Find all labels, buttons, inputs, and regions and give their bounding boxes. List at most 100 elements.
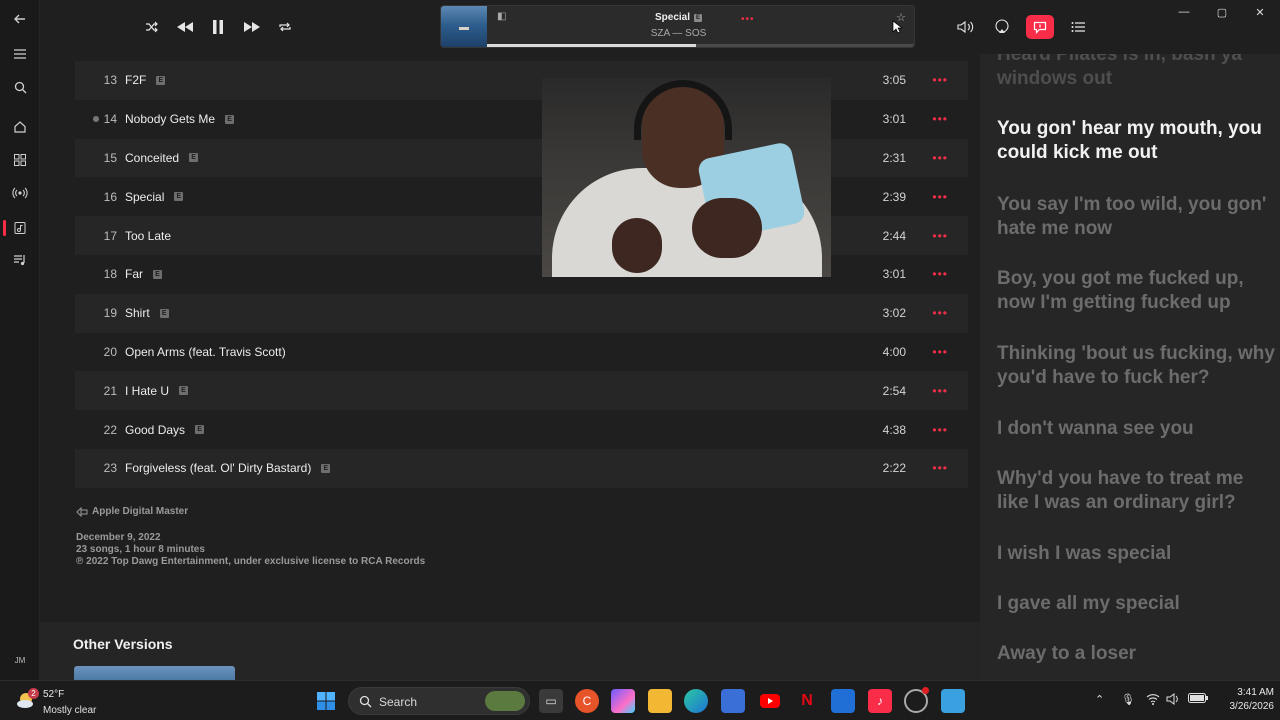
track-title: Special bbox=[125, 189, 165, 204]
track-row[interactable]: 22 Good Days E 4:38 ••• bbox=[75, 410, 968, 449]
current-lyric-line[interactable]: You gon' hear my mouth, you could kick m… bbox=[997, 117, 1277, 165]
user-avatar[interactable]: JM bbox=[11, 654, 29, 668]
track-more-options-icon[interactable]: ••• bbox=[932, 73, 948, 87]
track-duration: 2:54 bbox=[882, 383, 906, 398]
system-clock[interactable]: 3:41 AM 3/26/2026 bbox=[1222, 686, 1275, 714]
track-number: 21 bbox=[103, 383, 117, 398]
track-duration: 4:00 bbox=[882, 344, 906, 359]
track-more-options-icon[interactable]: ••• bbox=[932, 345, 948, 359]
photos-icon[interactable] bbox=[831, 689, 855, 713]
album-summary: 23 songs, 1 hour 8 minutes bbox=[76, 544, 205, 555]
obs-icon[interactable] bbox=[904, 687, 929, 713]
microphone-icon[interactable]: 🎙 bbox=[1121, 693, 1135, 706]
track-row[interactable]: 16 Special E 2:39 ••• bbox=[75, 177, 968, 216]
library-icon[interactable] bbox=[8, 216, 32, 240]
track-row[interactable]: 17 Too Late 2:44 ••• bbox=[75, 216, 968, 255]
weather-widget[interactable]: 2 52°F Mostly clear bbox=[14, 686, 124, 716]
track-title: Conceited bbox=[125, 150, 180, 165]
more-options-icon[interactable]: ••• bbox=[741, 14, 755, 25]
netflix-icon[interactable]: N bbox=[795, 689, 819, 713]
file-explorer-icon[interactable] bbox=[648, 689, 672, 713]
lyric-line[interactable]: Heard Pilates is in, bash ya windows out bbox=[997, 54, 1277, 91]
pause-icon[interactable] bbox=[206, 15, 230, 39]
webcam-hand bbox=[692, 198, 762, 258]
taskbar-search[interactable]: Search bbox=[348, 687, 530, 715]
playlists-icon[interactable] bbox=[8, 248, 32, 272]
track-more-options-icon[interactable]: ••• bbox=[932, 229, 948, 243]
speaker-icon[interactable] bbox=[1166, 693, 1182, 708]
lyric-line[interactable]: I don't wanna see you bbox=[997, 417, 1277, 441]
browse-grid-icon[interactable] bbox=[8, 148, 32, 172]
track-more-options-icon[interactable]: ••• bbox=[932, 306, 948, 320]
close-icon[interactable]: ✕ bbox=[1250, 6, 1270, 20]
explicit-badge: E bbox=[694, 14, 703, 22]
track-row[interactable]: 15 Conceited E 2:31 ••• bbox=[75, 138, 968, 178]
lyric-line[interactable]: Boy, you got me fucked up, now I'm getti… bbox=[997, 267, 1277, 315]
track-row[interactable]: 23 Forgiveless (feat. Ol' Dirty Bastard) E… bbox=[75, 448, 968, 488]
progress-fill bbox=[487, 44, 697, 47]
notepad-icon[interactable] bbox=[941, 689, 965, 713]
track-more-options-icon[interactable]: ••• bbox=[932, 267, 948, 281]
now-playing-panel[interactable]: ◧ Special E SZA — SOS ••• ☆ bbox=[440, 5, 915, 48]
track-more-options-icon[interactable]: ••• bbox=[932, 112, 948, 126]
explicit-badge: E bbox=[195, 425, 205, 435]
track-more-options-icon[interactable]: ••• bbox=[932, 151, 948, 165]
copilot-icon[interactable] bbox=[611, 689, 635, 713]
track-number: 23 bbox=[103, 461, 117, 476]
shuffle-icon[interactable] bbox=[140, 15, 164, 39]
lyric-line[interactable]: Why'd you have to treat me like I was an… bbox=[997, 467, 1277, 515]
lyric-line[interactable]: I wish I was special bbox=[997, 542, 1277, 566]
apple-digital-master[interactable]: Apple Digital Master bbox=[76, 506, 425, 518]
track-duration: 3:01 bbox=[882, 267, 906, 282]
menu-icon[interactable] bbox=[8, 42, 32, 66]
lyric-line[interactable]: I gave all my special bbox=[997, 592, 1277, 616]
lyrics-button[interactable] bbox=[1026, 15, 1054, 39]
digital-master-icon bbox=[76, 507, 88, 517]
radio-icon[interactable] bbox=[8, 181, 32, 205]
windows-start-icon[interactable] bbox=[314, 689, 338, 713]
youtube-icon[interactable] bbox=[758, 689, 782, 713]
other-version-artwork[interactable] bbox=[74, 666, 235, 680]
track-more-options-icon[interactable]: ••• bbox=[932, 190, 948, 204]
previous-icon[interactable] bbox=[173, 15, 197, 39]
track-row[interactable]: 21 I Hate U E 2:54 ••• bbox=[75, 371, 968, 411]
track-row[interactable]: 19 Shirt E 3:02 ••• bbox=[75, 293, 968, 333]
track-duration: 3:02 bbox=[882, 306, 906, 321]
weather-badge: 2 bbox=[28, 688, 39, 699]
track-row[interactable]: 20 Open Arms (feat. Travis Scott) 4:00 ••• bbox=[75, 333, 968, 372]
repeat-icon[interactable] bbox=[273, 15, 297, 39]
explicit-badge: E bbox=[156, 75, 166, 85]
search-highlight-image bbox=[485, 691, 525, 711]
lyric-line[interactable]: Away to a loser bbox=[997, 642, 1277, 666]
track-more-options-icon[interactable]: ••• bbox=[932, 461, 948, 475]
track-more-options-icon[interactable]: ••• bbox=[932, 423, 948, 437]
back-arrow-icon[interactable] bbox=[8, 7, 32, 31]
apple-music-icon[interactable]: ♪ bbox=[868, 689, 892, 713]
now-playing-subtitle[interactable]: SZA — SOS bbox=[441, 28, 914, 39]
home-icon[interactable] bbox=[8, 115, 32, 139]
copyright: ℗ 2022 Top Dawg Entertainment, under exc… bbox=[76, 556, 426, 567]
track-row[interactable]: 18 Far E 3:01 ••• bbox=[75, 255, 968, 294]
lyric-line[interactable]: Thinking 'bout us fucking, why you'd hav… bbox=[997, 342, 1277, 390]
maximize-icon[interactable]: ▢ bbox=[1212, 6, 1232, 20]
next-icon[interactable] bbox=[240, 15, 264, 39]
track-row[interactable]: 14 Nobody Gets Me E 3:01 ••• bbox=[75, 100, 968, 139]
task-view-icon[interactable]: ▭ bbox=[539, 689, 563, 713]
volume-icon[interactable] bbox=[954, 15, 978, 39]
minimize-icon[interactable]: — bbox=[1174, 6, 1194, 20]
edge-browser-icon[interactable] bbox=[684, 689, 708, 713]
weather-temperature: 52°F bbox=[43, 689, 65, 700]
playback-progress-bar[interactable] bbox=[487, 44, 914, 47]
show-hidden-icons-icon[interactable]: ⌃ bbox=[1095, 693, 1104, 706]
track-row[interactable]: 13 F2F E 3:05 ••• bbox=[75, 61, 968, 100]
search-icon[interactable] bbox=[8, 75, 32, 99]
microsoft-store-icon[interactable] bbox=[721, 689, 745, 713]
wifi-icon[interactable] bbox=[1146, 693, 1160, 708]
track-more-options-icon[interactable]: ••• bbox=[932, 384, 948, 398]
track-number: 16 bbox=[103, 189, 117, 204]
battery-icon[interactable] bbox=[1188, 693, 1208, 706]
queue-list-icon[interactable] bbox=[1066, 15, 1090, 39]
lyric-line[interactable]: You say I'm too wild, you gon' hate me n… bbox=[997, 193, 1277, 241]
airplay-icon[interactable] bbox=[990, 15, 1014, 39]
crunchyroll-icon[interactable]: C bbox=[575, 689, 599, 713]
